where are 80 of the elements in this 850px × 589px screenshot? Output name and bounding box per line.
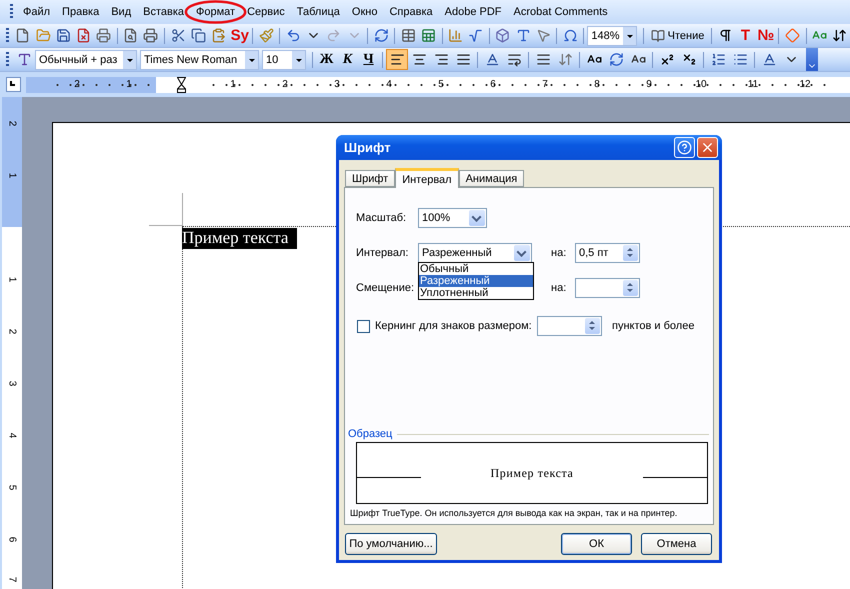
dialog-tab[interactable]: Шрифт: [345, 170, 396, 187]
ruler-number: 2: [72, 79, 82, 90]
tab-selector[interactable]: [6, 77, 21, 92]
ruler-number: 5: [436, 79, 446, 90]
group-legend: Образец: [348, 428, 392, 440]
field-label: на:: [551, 247, 568, 259]
list-option[interactable]: Разреженный: [419, 275, 533, 287]
menu-item[interactable]: Справка: [383, 6, 439, 18]
field-label: Кернинг для знаков размером:: [375, 320, 533, 332]
ruler-number: 3: [6, 380, 18, 386]
dialog-tab[interactable]: Анимация: [458, 170, 524, 187]
menu-item[interactable]: Вид: [105, 6, 138, 18]
spelling-glyph[interactable]: Sy: [228, 25, 250, 46]
kerning-checkbox[interactable]: [357, 320, 370, 332]
ruler-number: 5: [6, 484, 18, 490]
ruler-number: 4: [384, 79, 394, 90]
spacing-dropdown[interactable]: Разреженный: [418, 243, 532, 263]
reading-button[interactable]: Чтение: [646, 26, 708, 46]
spin-arrows-icon[interactable]: [585, 318, 600, 334]
ruler-number: 1: [124, 79, 134, 90]
menu-item[interactable]: Вставка: [137, 6, 190, 18]
menu-item[interactable]: Adobe PDF: [438, 6, 508, 18]
text-glyph[interactable]: №: [755, 25, 776, 46]
ruler-number: 7: [540, 79, 550, 90]
zoom-field[interactable]: 148%: [587, 26, 637, 46]
indent-marker[interactable]: [176, 76, 186, 92]
ok-button[interactable]: ОК: [561, 533, 632, 555]
ruler-number: 1: [6, 276, 18, 282]
ruler-number: 9: [644, 79, 654, 90]
style-dropdown[interactable]: Обычный + раз: [35, 50, 137, 70]
field-label: на:: [551, 282, 568, 294]
cancel-button[interactable]: Отмена: [641, 533, 712, 555]
font-size-dropdown[interactable]: 10: [262, 50, 306, 70]
position-amount-field[interactable]: [575, 278, 640, 298]
text-glyph[interactable]: T: [735, 25, 756, 46]
ruler-number: 4: [6, 432, 18, 438]
format-button[interactable]: К: [337, 49, 358, 70]
default-button[interactable]: По умолчанию...: [345, 533, 437, 555]
spin-arrows-icon[interactable]: [623, 245, 638, 261]
close-icon: [700, 140, 715, 155]
menu-item[interactable]: Окно: [346, 6, 384, 18]
help-button[interactable]: [674, 137, 695, 158]
preview-text: Пример текста: [490, 466, 574, 480]
align-icon[interactable]: [386, 49, 408, 70]
menu-item[interactable]: Acrobat Comments: [508, 6, 614, 18]
menu-item[interactable]: Правка: [56, 6, 106, 18]
spacing-amount-field[interactable]: 0,5 пт: [575, 243, 640, 263]
ruler-number: 10: [693, 79, 709, 90]
font-note: Шрифт TrueType. Он используется для вывода как на экран, так и на принтер.: [350, 508, 678, 518]
field-label: Интервал:: [356, 247, 410, 259]
menu-item[interactable]: Сервис: [241, 6, 291, 18]
ruler-number: 1: [228, 79, 238, 90]
ruler-number: 2: [280, 79, 290, 90]
ruler-number: 12: [797, 79, 813, 90]
selected-text: Пример текста: [182, 228, 298, 249]
dialog-tab[interactable]: Интервал: [395, 168, 459, 188]
ruler-number: 6: [6, 536, 18, 542]
menu-item[interactable]: Таблица: [290, 6, 346, 18]
close-button[interactable]: [697, 137, 718, 158]
ruler-number: 1: [6, 172, 18, 178]
format-button[interactable]: Ж: [316, 49, 337, 70]
ruler-number: 11: [746, 79, 760, 90]
ruler-number: 2: [6, 328, 18, 334]
dialog-title: Шрифт: [344, 140, 392, 155]
ruler-number: 3: [332, 79, 342, 90]
kerning-size-field[interactable]: [537, 316, 602, 336]
help-icon: [677, 140, 692, 155]
ruler-number: 6: [488, 79, 498, 90]
field-label: Масштаб:: [356, 212, 408, 224]
ruler-number: 7: [6, 576, 18, 582]
scale-dropdown[interactable]: 100%: [418, 208, 487, 228]
spin-arrows-icon[interactable]: [623, 280, 638, 296]
font-dropdown[interactable]: Times New Roman: [140, 50, 259, 70]
field-label: пунктов и более: [612, 320, 694, 332]
field-label: Смещение:: [356, 282, 416, 294]
ruler-number: 2: [6, 120, 18, 126]
menu-item[interactable]: Файл: [17, 6, 56, 18]
format-button[interactable]: Ч: [358, 49, 379, 70]
book-icon: [650, 28, 665, 42]
ruler-number: 8: [592, 79, 602, 90]
